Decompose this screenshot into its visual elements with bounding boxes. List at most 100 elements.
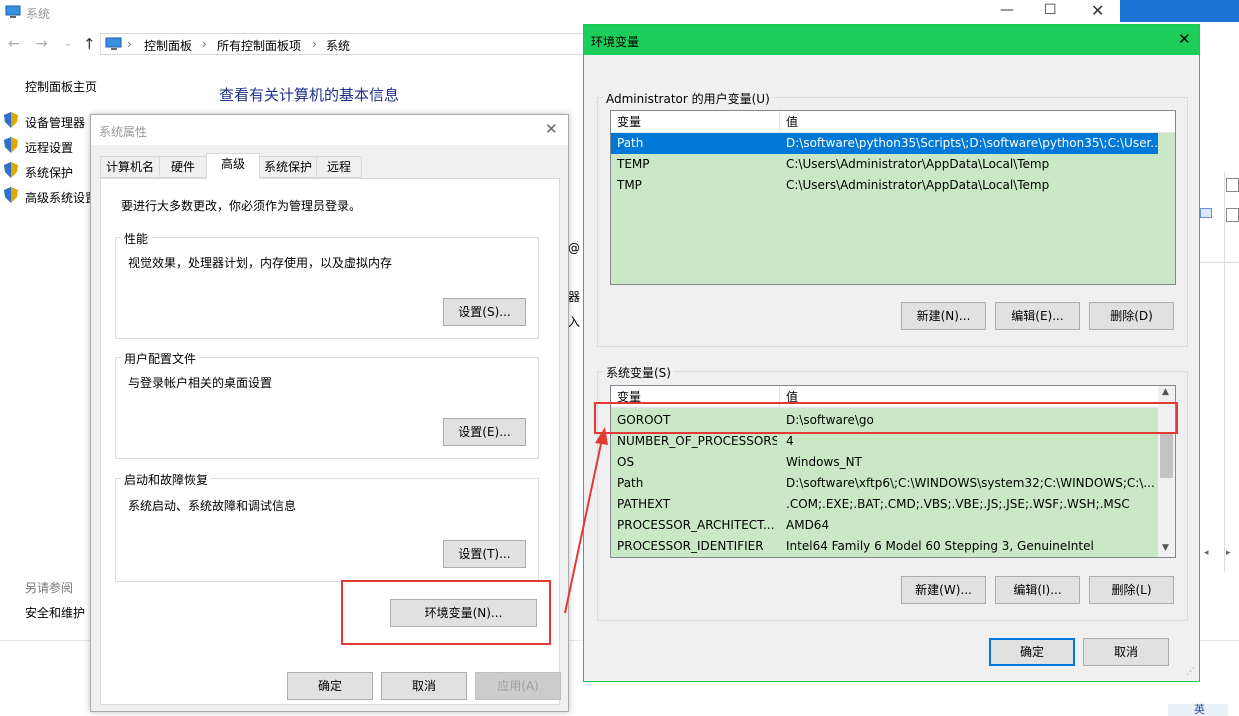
nav-system-protection[interactable]: 系统保护 <box>25 164 73 181</box>
shield-icon <box>4 112 18 128</box>
variable-value: C:\Users\Administrator\AppData\Local\Tem… <box>786 157 1050 171</box>
window-icon <box>1226 208 1239 222</box>
group-label: 系统变量(S) <box>603 364 674 381</box>
tab-advanced[interactable]: 高级 <box>206 153 260 179</box>
scroll-right-icon[interactable]: ▸ <box>1226 548 1231 558</box>
user-delete-button[interactable]: 删除(D) <box>1089 302 1174 330</box>
nav-remote-settings[interactable]: 远程设置 <box>25 139 73 156</box>
system-delete-button[interactable]: 删除(L) <box>1089 576 1174 604</box>
table-row[interactable]: NUMBER_OF_PROCESSORS 4 <box>611 431 1158 452</box>
ok-button[interactable]: 确定 <box>989 638 1075 666</box>
divider <box>1200 262 1239 263</box>
apply-button[interactable]: 应用(A) <box>475 672 561 700</box>
performance-group: 性能 视觉效果，处理器计划，内存使用，以及虚拟内存 设置(S)... <box>115 230 539 339</box>
chevron-down-icon[interactable]: ⌄ <box>64 38 72 49</box>
divider <box>1224 172 1225 572</box>
nav-device-manager[interactable]: 设备管理器 <box>25 114 85 131</box>
dialog-titlebar: 环境变量 ✕ <box>584 25 1199 55</box>
window-icon <box>1226 178 1239 192</box>
variable-value: D:\software\python35\Scripts\;D:\softwar… <box>786 136 1158 150</box>
nav-home-link[interactable]: 控制面板主页 <box>25 78 97 95</box>
table-row[interactable]: Path D:\software\python35\Scripts\;D:\so… <box>611 133 1158 154</box>
resize-grip-icon[interactable]: ⋰ <box>1186 667 1195 677</box>
user-edit-button[interactable]: 编辑(E)... <box>995 302 1080 330</box>
dialog-title: 环境变量 <box>591 35 640 49</box>
table-row[interactable]: OS Windows_NT <box>611 452 1158 473</box>
breadcrumb-item[interactable]: 所有控制面板项 <box>217 37 301 54</box>
group-description: 与登录帐户相关的桌面设置 <box>128 376 273 390</box>
user-variables-list[interactable]: 变量 值 Path D:\software\python35\Scripts\;… <box>610 110 1176 285</box>
close-icon[interactable]: ✕ <box>1178 30 1191 48</box>
tab-system-protection[interactable]: 系统保护 <box>259 156 317 178</box>
group-description: 系统启动、系统故障和调试信息 <box>128 499 297 513</box>
breadcrumb-item[interactable]: 系统 <box>326 37 350 54</box>
maximize-icon[interactable]: ☐ <box>1044 2 1057 18</box>
variable-value: Intel64 Family 6 Model 60 Stepping 3, Ge… <box>786 539 1094 553</box>
cancel-button[interactable]: 取消 <box>381 672 467 700</box>
variable-name: NUMBER_OF_PROCESSORS <box>617 434 777 448</box>
dialog-title: 系统属性 <box>99 125 148 139</box>
system-properties-dialog: 系统属性 ✕ 计算机名 硬件 高级 系统保护 远程 要进行大多数更改，你必须作为… <box>90 114 569 712</box>
computer-icon <box>5 5 21 18</box>
user-new-button[interactable]: 新建(N)... <box>901 302 986 330</box>
close-icon[interactable]: ✕ <box>545 120 558 138</box>
tab-remote[interactable]: 远程 <box>316 156 362 178</box>
breadcrumb-separator-icon: › <box>312 37 317 51</box>
environment-variables-dialog: 环境变量 ✕ Administrator 的用户变量(U) 变量 值 Path … <box>583 24 1200 682</box>
nav-advanced-settings[interactable]: 高级系统设置 <box>25 189 97 206</box>
system-window-titlebar: 系统 — ☐ ✕ <box>0 0 1120 26</box>
user-profiles-group: 用户配置文件 与登录帐户相关的桌面设置 设置(E)... <box>115 350 539 459</box>
shield-icon <box>4 162 18 178</box>
column-header-value[interactable]: 值 <box>786 111 798 133</box>
close-icon[interactable]: ✕ <box>1091 1 1104 20</box>
highlight-box <box>341 580 551 645</box>
list-header: 变量 值 <box>611 111 1175 133</box>
variable-value: 4 <box>786 434 794 448</box>
up-arrow-icon[interactable]: ↑ <box>83 35 96 53</box>
arrow-line <box>564 438 603 614</box>
performance-settings-button[interactable]: 设置(S)... <box>443 298 526 326</box>
taskbar-ime[interactable]: 英 <box>1168 704 1228 716</box>
forward-arrow-icon[interactable]: → <box>36 36 48 52</box>
scroll-down-icon[interactable]: ▼ <box>1162 543 1169 553</box>
table-row[interactable]: Path D:\software\xftp6\;C:\WINDOWS\syste… <box>611 473 1158 494</box>
tab-panel-advanced: 要进行大多数更改，你必须作为管理员登录。 性能 视觉效果，处理器计划，内存使用，… <box>100 178 560 705</box>
variable-value: Windows_NT <box>786 455 862 469</box>
variable-name: Path <box>617 476 644 490</box>
scroll-left-icon[interactable]: ◂ <box>1204 548 1209 558</box>
partial-text: @ <box>568 241 580 255</box>
grid-icon <box>1200 208 1212 218</box>
left-nav: 控制面板主页 设备管理器 远程设置 系统保护 高级系统设置 另请参阅 安全和维护 <box>0 70 100 630</box>
shield-icon <box>4 187 18 203</box>
breadcrumb-item[interactable]: 控制面板 <box>144 37 192 54</box>
scrollbar-thumb[interactable] <box>1160 434 1173 478</box>
table-row[interactable]: TEMP C:\Users\Administrator\AppData\Loca… <box>611 154 1158 175</box>
shield-icon <box>4 137 18 153</box>
page-title: 查看有关计算机的基本信息 <box>219 86 400 104</box>
annotation-arrow <box>564 427 608 614</box>
minimize-icon[interactable]: — <box>1000 2 1014 18</box>
table-row[interactable]: TMP C:\Users\Administrator\AppData\Local… <box>611 175 1158 196</box>
back-arrow-icon[interactable]: ← <box>8 36 20 52</box>
user-profiles-settings-button[interactable]: 设置(E)... <box>443 418 526 446</box>
system-new-button[interactable]: 新建(W)... <box>901 576 986 604</box>
nav-security-maintenance[interactable]: 安全和维护 <box>25 604 85 621</box>
variable-name: OS <box>617 455 635 469</box>
variable-value: C:\Users\Administrator\AppData\Local\Tem… <box>786 178 1050 192</box>
table-row[interactable]: PATHEXT .COM;.EXE;.BAT;.CMD;.VBS;.VBE;.J… <box>611 494 1158 515</box>
system-variables-group: 系统变量(S) 变量 值 GOROOT D:\software\go NUMBE… <box>594 364 1188 621</box>
cancel-button[interactable]: 取消 <box>1083 638 1169 666</box>
table-row[interactable]: PROCESSOR_ARCHITECT... AMD64 <box>611 515 1158 536</box>
tab-computer-name[interactable]: 计算机名 <box>100 156 160 178</box>
startup-recovery-settings-button[interactable]: 设置(T)... <box>443 540 526 568</box>
table-row[interactable]: PROCESSOR_IDENTIFIER Intel64 Family 6 Mo… <box>611 536 1158 557</box>
tab-hardware[interactable]: 硬件 <box>159 156 207 178</box>
partial-text: 入 <box>568 315 581 329</box>
column-header-variable[interactable]: 变量 <box>617 111 641 133</box>
variable-name: PROCESSOR_IDENTIFIER <box>617 539 764 553</box>
system-edit-button[interactable]: 编辑(I)... <box>995 576 1080 604</box>
ok-button[interactable]: 确定 <box>287 672 373 700</box>
ime-language: 英 <box>1194 703 1205 716</box>
variable-value: D:\software\xftp6\;C:\WINDOWS\system32;C… <box>786 476 1155 490</box>
scroll-up-icon[interactable]: ▲ <box>1162 387 1169 397</box>
